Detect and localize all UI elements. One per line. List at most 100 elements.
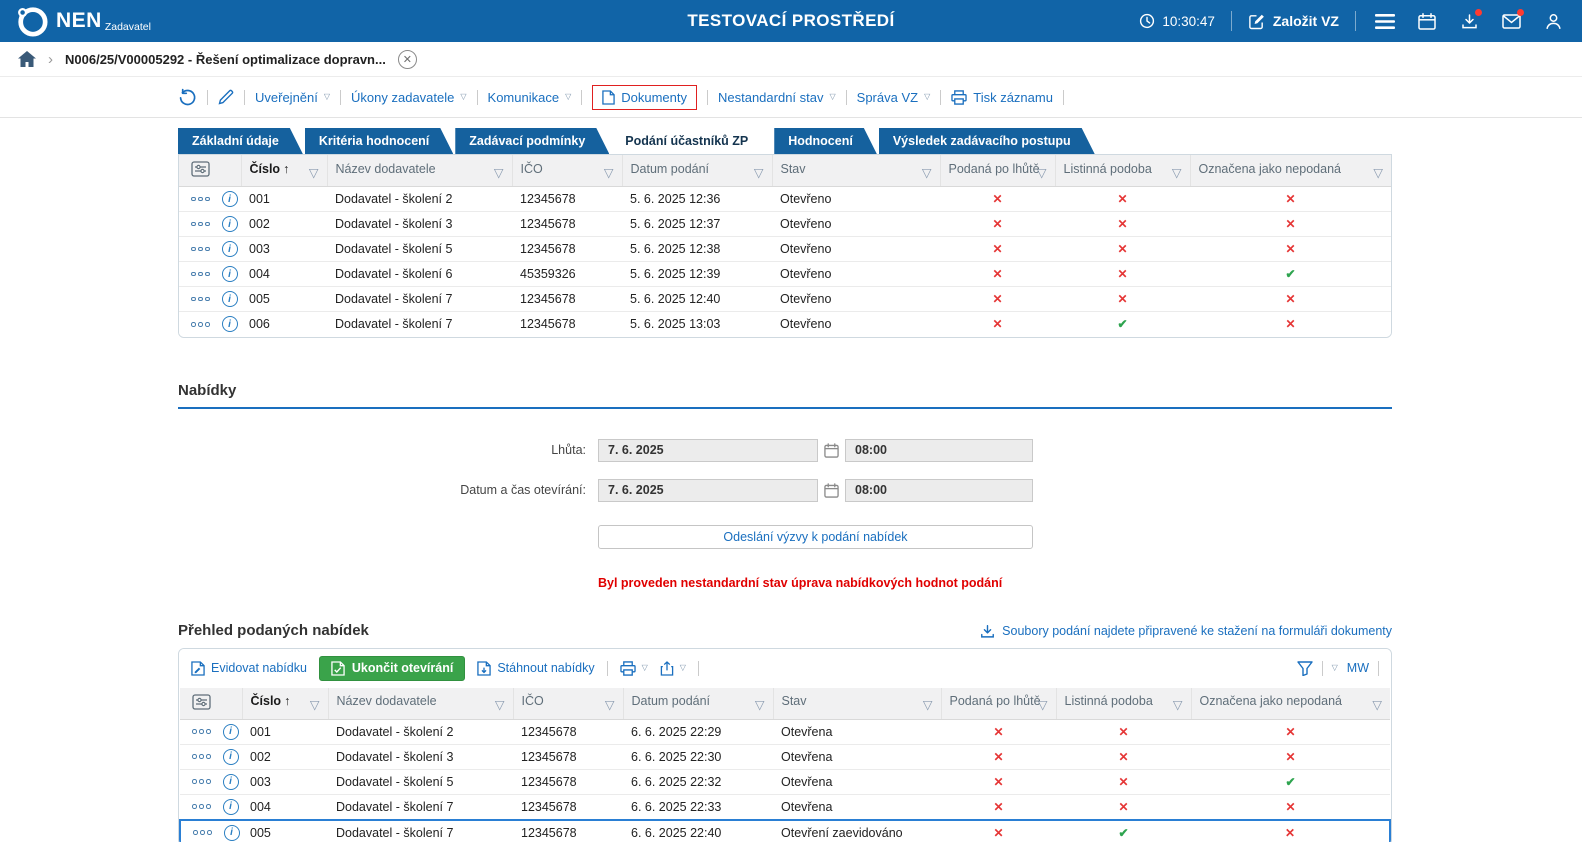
grid-settings-icon[interactable] [191,161,210,177]
row-menu-icon[interactable] [191,247,210,252]
filter-caret-icon[interactable]: ▽ [1173,697,1183,712]
filter-caret-icon[interactable]: ▽ [309,165,319,180]
table-row[interactable]: i002Dodavatel - školení 3123456786. 6. 2… [180,744,1390,769]
tab-zakladni-udaje[interactable]: Základní údaje [178,128,303,154]
column-header-3[interactable]: ▽IČO [512,155,622,187]
filter-caret-icon[interactable]: ▽ [604,165,614,180]
column-header-8[interactable]: ▽Označena jako nepodaná [1190,155,1391,187]
column-header-4[interactable]: ▽Datum podání [622,155,772,187]
send-invitation-button[interactable]: Odeslání výzvy k podání nabídek [598,525,1033,549]
messages-icon[interactable] [1498,8,1524,34]
filter-caret-icon[interactable]: ▽ [310,697,320,712]
user-icon[interactable] [1540,8,1566,34]
table-row[interactable]: i002Dodavatel - školení 3123456785. 6. 2… [179,212,1391,237]
table-row[interactable]: i006Dodavatel - školení 7123456785. 6. 2… [179,312,1391,337]
column-header-1[interactable]: ▽Číslo↑ [241,155,327,187]
row-info-icon[interactable]: i [222,316,238,332]
column-header-6[interactable]: ▽Podaná po lhůtě [941,688,1056,720]
calendar-picker-icon[interactable] [824,443,839,458]
lhuta-date-input[interactable]: 7. 6. 2025 [598,439,818,462]
filter-caret-icon[interactable]: ▽ [754,165,764,180]
table-row[interactable]: i003Dodavatel - školení 5123456786. 6. 2… [180,769,1390,794]
row-menu-icon[interactable] [191,297,210,302]
table-row[interactable]: i004Dodavatel - školení 6453593265. 6. 2… [179,262,1391,287]
tab-hodnoceni[interactable]: Hodnocení [774,128,877,154]
row-menu-icon[interactable] [193,830,212,835]
column-header-7[interactable]: ▽Listinná podoba [1055,155,1190,187]
otevirani-date-input[interactable]: 7. 6. 2025 [598,479,818,502]
row-info-icon[interactable]: i [222,216,238,232]
column-header-3[interactable]: ▽IČO [513,688,623,720]
close-record-icon[interactable]: ✕ [398,50,417,69]
menu-komunikace[interactable]: Komunikace▽ [488,90,572,105]
tab-vysledek-zadavaciho-postupu[interactable]: Výsledek zadávacího postupu [879,128,1095,154]
row-info-icon[interactable]: i [223,724,239,740]
view-selector-mw[interactable]: MW [1347,661,1369,675]
evidovat-nabidku-button[interactable]: Evidovat nabídku [191,661,307,676]
hamburger-menu-icon[interactable] [1372,8,1398,34]
create-vz-button[interactable]: Založit VZ [1248,13,1339,30]
filter-caret-icon[interactable]: ▽ [922,165,932,180]
home-icon[interactable] [18,51,36,67]
row-info-icon[interactable]: i [222,266,238,282]
chevron-down-icon[interactable]: ▽ [1332,664,1338,672]
lhuta-time-input[interactable]: 08:00 [845,439,1033,462]
row-menu-icon[interactable] [191,272,210,277]
filter-caret-icon[interactable]: ▽ [1372,697,1382,712]
filter-caret-icon[interactable]: ▽ [495,697,505,712]
tab-podani-ucastniku-zp[interactable]: Podání účastníků ZP [611,128,772,154]
table-row[interactable]: i004Dodavatel - školení 7123456786. 6. 2… [180,794,1390,820]
row-menu-icon[interactable] [191,222,210,227]
calendar-picker-icon[interactable] [824,483,839,498]
calendar-icon[interactable] [1414,8,1440,34]
tab-kriteria-hodnoceni[interactable]: Kritéria hodnocení [305,128,453,154]
column-header-7[interactable]: ▽Listinná podoba [1056,688,1191,720]
menu-sprava-vz[interactable]: Správa VZ▽ [857,90,931,105]
row-menu-icon[interactable] [191,197,210,202]
breadcrumb-record[interactable]: N006/25/V00005292 - Řešení optimalizace … [65,52,386,67]
filter-caret-icon[interactable]: ▽ [755,697,765,712]
column-header-5[interactable]: ▽Stav [773,688,941,720]
table-row[interactable]: i005Dodavatel - školení 7123456785. 6. 2… [179,287,1391,312]
menu-uverejneni[interactable]: Uveřejnění▽ [255,90,330,105]
column-header-6[interactable]: ▽Podaná po lhůtě [940,155,1055,187]
row-info-icon[interactable]: i [223,749,239,765]
row-menu-icon[interactable] [191,322,210,327]
history-icon[interactable] [178,88,197,107]
row-info-icon[interactable]: i [223,799,239,815]
filter-caret-icon[interactable]: ▽ [605,697,615,712]
ukoncit-otevirani-button[interactable]: Ukončit otevírání [319,656,465,681]
filter-caret-icon[interactable]: ▽ [1373,165,1383,180]
filter-caret-icon[interactable]: ▽ [1172,165,1182,180]
nen-home-link[interactable]: NEN Zadavatel [16,5,151,37]
menu-ukony-zadavatele[interactable]: Úkony zadavatele▽ [351,90,467,105]
row-info-icon[interactable]: i [222,291,238,307]
row-menu-icon[interactable] [192,804,211,809]
row-info-icon[interactable]: i [222,191,238,207]
filter-caret-icon[interactable]: ▽ [923,697,933,712]
filter-caret-icon[interactable]: ▽ [494,165,504,180]
column-header-4[interactable]: ▽Datum podání [623,688,773,720]
table-row[interactable]: i005Dodavatel - školení 7123456786. 6. 2… [180,820,1390,842]
row-menu-icon[interactable] [192,779,211,784]
export-grid-button[interactable]: ▽ [660,661,686,676]
column-header-2[interactable]: ▽Název dodavatele [328,688,513,720]
menu-dokumenty[interactable]: Dokumenty [602,90,687,105]
stahnout-nabidky-button[interactable]: Stáhnout nabídky [477,661,594,676]
edit-record-icon[interactable] [218,89,234,105]
row-info-icon[interactable]: i [224,825,240,841]
print-grid-button[interactable]: ▽ [620,661,648,676]
menu-tisk-zaznamu[interactable]: Tisk záznamu [951,90,1053,105]
table-row[interactable]: i001Dodavatel - školení 2123456785. 6. 2… [179,187,1391,212]
row-menu-icon[interactable] [192,729,211,734]
grid-settings-icon[interactable] [192,694,211,710]
row-menu-icon[interactable] [192,754,211,759]
table-row[interactable]: i003Dodavatel - školení 5123456785. 6. 2… [179,237,1391,262]
files-download-link[interactable]: Soubory podání najdete připravené ke sta… [980,624,1392,639]
downloads-icon[interactable] [1456,8,1482,34]
table-row[interactable]: i001Dodavatel - školení 2123456786. 6. 2… [180,719,1390,744]
column-header-2[interactable]: ▽Název dodavatele [327,155,512,187]
column-header-8[interactable]: ▽Označena jako nepodaná [1191,688,1390,720]
otevirani-time-input[interactable]: 08:00 [845,479,1033,502]
filter-icon[interactable] [1297,661,1313,676]
